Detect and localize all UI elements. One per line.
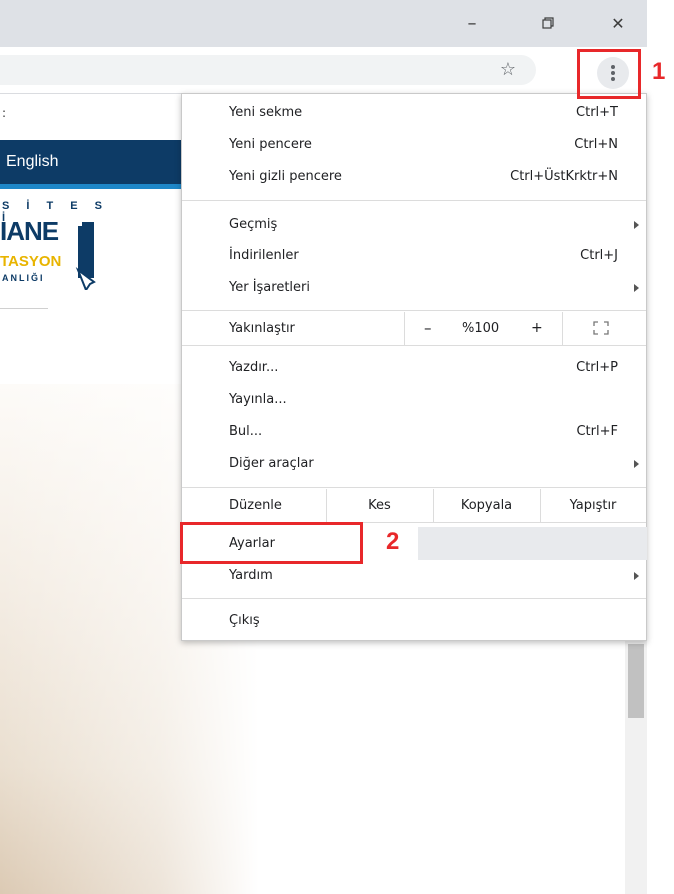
menu-item-label: Geçmiş: [229, 217, 278, 232]
divider: [562, 312, 563, 345]
title-bar: – ✕: [0, 0, 647, 47]
close-window-button[interactable]: ✕: [598, 8, 638, 38]
menu-item-more-tools[interactable]: Diğer araçlar: [182, 453, 648, 475]
step1-highlight-box: [577, 49, 641, 99]
step2-number: 2: [386, 528, 400, 555]
close-icon: ✕: [611, 13, 625, 33]
menu-item-shortcut: Ctrl+P: [576, 360, 618, 375]
browser-toolbar: ☆: [0, 47, 647, 94]
zoom-label: Yakınlaştır: [229, 321, 295, 336]
menu-separator: [182, 487, 646, 488]
restore-icon: [542, 17, 554, 29]
menu-item-label: Yeni pencere: [229, 137, 312, 152]
menu-item-shortcut: Ctrl+J: [580, 248, 618, 263]
menu-item-exit[interactable]: Çıkış: [182, 610, 648, 632]
logo-text-line2: IANE: [0, 216, 59, 246]
step2-highlight-box: [180, 522, 363, 564]
edit-label: Düzenle: [229, 498, 282, 513]
zoom-out-button[interactable]: –: [424, 319, 432, 337]
menu-item-help[interactable]: Yardım: [182, 565, 648, 587]
menu-item-history[interactable]: Geçmiş: [182, 214, 648, 236]
minimize-button[interactable]: –: [452, 8, 492, 38]
menu-item-label: Yayınla...: [229, 392, 287, 407]
copy-button[interactable]: Kopyala: [433, 498, 540, 513]
menu-item-label: İndirilenler: [229, 248, 299, 263]
divider: [0, 308, 48, 309]
submenu-arrow-icon: [634, 284, 639, 292]
menu-item-print[interactable]: Yazdır... Ctrl+P: [182, 357, 648, 379]
menu-item-cast[interactable]: Yayınla...: [182, 389, 648, 411]
menu-item-label: Diğer araçlar: [229, 456, 314, 471]
divider: [404, 312, 405, 345]
menu-item-label: Yeni gizli pencere: [229, 169, 342, 184]
menu-item-label: Yer İşaretleri: [229, 280, 310, 295]
zoom-level-value: %100: [462, 321, 500, 336]
submenu-arrow-icon: [634, 460, 639, 468]
fullscreen-icon[interactable]: [593, 321, 609, 335]
minimize-icon: –: [467, 12, 477, 34]
page-header-text: :: [2, 106, 7, 120]
menu-item-new-incognito-window[interactable]: Yeni gizli pencere Ctrl+ÜstKrktr+N: [182, 166, 648, 188]
menu-item-shortcut: Ctrl+N: [574, 137, 618, 152]
submenu-arrow-icon: [634, 221, 639, 229]
paste-button[interactable]: Yapıştır: [540, 498, 646, 513]
cut-button[interactable]: Kes: [326, 498, 433, 513]
address-bar[interactable]: ☆: [0, 55, 536, 85]
menu-item-label: Bul...: [229, 424, 263, 439]
site-logo[interactable]: S İ T E S İ IANE TASYON ANLIĞI: [0, 200, 120, 310]
menu-item-shortcut: Ctrl+T: [576, 105, 618, 120]
step1-number: 1: [652, 58, 666, 85]
menu-item-shortcut: Ctrl+F: [576, 424, 618, 439]
restore-button[interactable]: [528, 8, 568, 38]
zoom-in-button[interactable]: +: [531, 320, 543, 336]
menu-separator: [182, 310, 646, 311]
menu-separator: [182, 200, 646, 201]
menu-item-label: Yeni sekme: [229, 105, 303, 120]
menu-item-new-window[interactable]: Yeni pencere Ctrl+N: [182, 134, 648, 156]
logo-text-line4: ANLIĞI: [2, 273, 45, 283]
menu-item-find[interactable]: Bul... Ctrl+F: [182, 421, 648, 443]
submenu-arrow-icon: [634, 572, 639, 580]
menu-item-label: Yazdır...: [229, 360, 279, 375]
menu-item-new-tab[interactable]: Yeni sekme Ctrl+T: [182, 102, 648, 124]
menu-item-label: Çıkış: [229, 613, 260, 628]
scrollbar-thumb[interactable]: [628, 644, 644, 718]
menu-zoom-row: Yakınlaştır – %100 +: [182, 312, 646, 345]
menu-item-bookmarks[interactable]: Yer İşaretleri: [182, 277, 648, 299]
english-language-link[interactable]: English: [6, 153, 58, 171]
logo-text-line3: TASYON: [0, 253, 62, 270]
site-nav-bar: English: [0, 140, 200, 189]
menu-edit-row: Düzenle Kes Kopyala Yapıştır: [182, 489, 646, 522]
library-book-icon: [75, 222, 96, 290]
menu-item-downloads[interactable]: İndirilenler Ctrl+J: [182, 245, 648, 267]
menu-item-label: Yardım: [229, 568, 273, 583]
menu-separator: [182, 598, 646, 599]
menu-item-shortcut: Ctrl+ÜstKrktr+N: [510, 169, 618, 184]
star-icon[interactable]: ☆: [496, 61, 520, 79]
menu-separator: [182, 345, 646, 346]
